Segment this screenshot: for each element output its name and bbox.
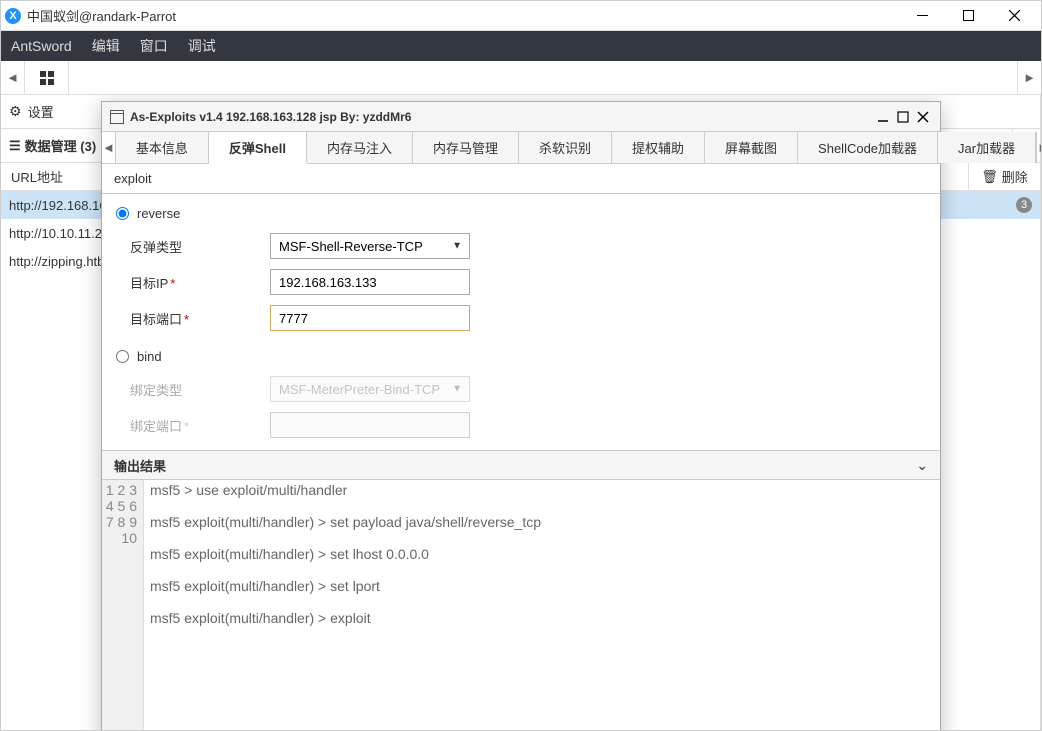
line-gutter: 1 2 3 4 5 6 7 8 9 10 [102, 480, 144, 730]
list-icon: ☰ [9, 138, 21, 154]
menu-window[interactable]: 窗口 [140, 36, 168, 56]
target-port-label: 目标端口* [130, 309, 270, 328]
tab-nav-left-icon[interactable]: ◄ [1, 61, 25, 94]
target-ip-label: 目标IP* [130, 273, 270, 292]
chevron-down-icon[interactable]: ⌄ [916, 457, 928, 474]
bind-type-label: 绑定类型 [130, 380, 270, 399]
row-badge: 3 [1016, 197, 1032, 213]
window-close-button[interactable] [991, 1, 1037, 30]
main-menubar: AntSword 编辑 窗口 调试 [1, 31, 1041, 61]
dialog-tab[interactable]: 反弹Shell [209, 132, 307, 164]
app-icon: X [5, 8, 21, 24]
output-header[interactable]: 输出结果 ⌄ [102, 450, 940, 480]
dialog-tab[interactable]: 提权辅助 [612, 132, 705, 163]
window-titlebar: X 中国蚁剑@randark-Parrot [1, 1, 1041, 31]
dialog-tab[interactable]: 杀软识别 [519, 132, 612, 163]
output-area: 1 2 3 4 5 6 7 8 9 10 msf5 > use exploit/… [102, 480, 940, 730]
bind-type-select: MSF-MeterPreter-Bind-TCP [270, 376, 470, 402]
bind-radio[interactable] [116, 350, 129, 363]
reverse-type-label: 反弹类型 [130, 237, 270, 256]
bind-port-label: 绑定端口* [130, 416, 270, 435]
grid-icon [40, 71, 54, 85]
column-delete-header[interactable]: 🗑 删除 [968, 163, 1040, 190]
bind-port-input [270, 412, 470, 438]
exploit-bar[interactable]: exploit [102, 164, 940, 194]
window-maximize-button[interactable] [945, 1, 991, 30]
window-icon [110, 110, 124, 124]
window-minimize-button[interactable] [899, 1, 945, 30]
reverse-radio[interactable] [116, 207, 129, 220]
dialog-minimize-button[interactable] [874, 108, 892, 126]
dialog-tab[interactable]: 内存马注入 [307, 132, 413, 163]
reverse-label: reverse [137, 206, 180, 221]
bind-label: bind [137, 349, 162, 364]
tab-home[interactable] [25, 61, 69, 94]
dialog-tab-nav-left-icon[interactable]: ◄ [102, 132, 116, 163]
gear-icon: ⚙ [9, 103, 22, 120]
target-port-input[interactable] [270, 305, 470, 331]
exploits-dialog: As-Exploits v1.4 192.168.163.128 jsp By:… [101, 101, 941, 730]
dialog-tab[interactable]: ShellCode加载器 [798, 132, 938, 163]
window-title: 中国蚁剑@randark-Parrot [27, 6, 899, 25]
dialog-titlebar[interactable]: As-Exploits v1.4 192.168.163.128 jsp By:… [102, 102, 940, 132]
tab-nav-right-icon[interactable]: ► [1017, 61, 1041, 94]
menu-edit[interactable]: 编辑 [92, 36, 120, 56]
output-code[interactable]: msf5 > use exploit/multi/handler msf5 ex… [144, 480, 940, 730]
reverse-type-select[interactable]: MSF-Shell-Reverse-TCP [270, 233, 470, 259]
dialog-close-button[interactable] [914, 108, 932, 126]
settings-label: 设置 [28, 102, 54, 121]
dialog-tab[interactable]: Jar加载器 [938, 132, 1036, 163]
dialog-tab[interactable]: 基本信息 [116, 132, 209, 163]
menu-debug[interactable]: 调试 [188, 36, 216, 56]
dialog-title: As-Exploits v1.4 192.168.163.128 jsp By:… [130, 110, 872, 124]
dialog-maximize-button[interactable] [894, 108, 912, 126]
dialog-tab-nav-right-icon[interactable]: ► [1036, 132, 1041, 163]
trash-icon: 🗑 [981, 169, 998, 185]
menu-antsword[interactable]: AntSword [11, 38, 72, 54]
target-ip-input[interactable] [270, 269, 470, 295]
dialog-tab[interactable]: 屏幕截图 [705, 132, 798, 163]
main-tabstrip: ◄ ► [1, 61, 1041, 95]
dialog-tabs: ◄ 基本信息反弹Shell内存马注入内存马管理杀软识别提权辅助屏幕截图Shell… [102, 132, 940, 164]
dialog-tab[interactable]: 内存马管理 [413, 132, 519, 163]
